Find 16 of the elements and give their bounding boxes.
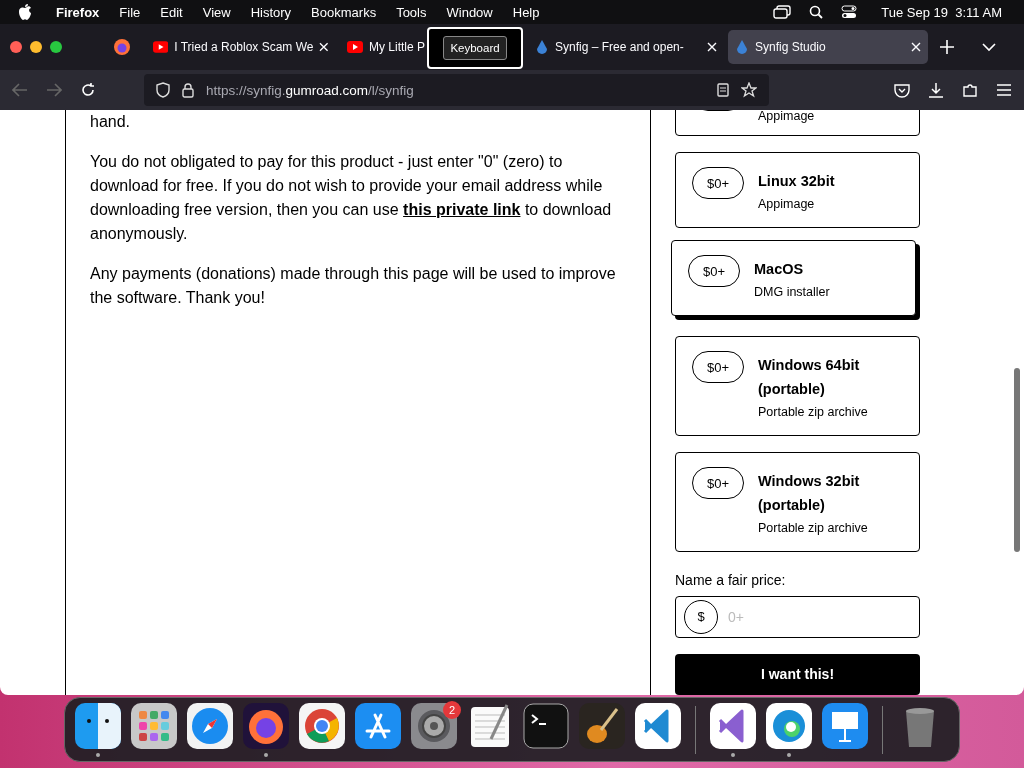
version-title: MacOS [754, 260, 805, 279]
version-subtitle: Appimage [758, 110, 815, 125]
version-title: Windows 32bit (portable) [758, 472, 861, 515]
version-subtitle: Portable zip archive [758, 404, 869, 421]
version-title: Linux 32bit [758, 172, 835, 191]
price-label: Name a fair price: [675, 572, 787, 588]
version-title: Windows 64bit (portable) [758, 356, 861, 399]
keyboard-label: Keyboard [443, 36, 507, 60]
url-text: https://synfig.gumroad.com/l/synfig [206, 82, 415, 98]
version-subtitle: Portable zip archive [758, 520, 869, 537]
version-subtitle: Appimage [758, 196, 816, 213]
description-text: You do not obligated to pay for this product - just enter "0" (zero) to download for free. If you do not wish to provide your email address while downloading free version, then you can use this private link to download anonymously. [90, 152, 613, 244]
description-text: Any payments (donations) made through this page will be used to improve the software. Thank you! [90, 264, 617, 308]
description-text: hand. [90, 112, 132, 132]
notification-badge: 2 [443, 700, 461, 719]
version-subtitle: DMG installer [754, 284, 830, 301]
